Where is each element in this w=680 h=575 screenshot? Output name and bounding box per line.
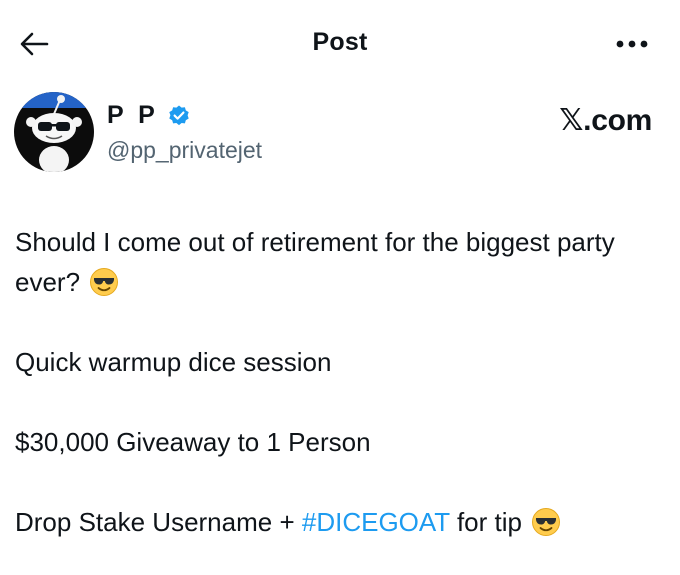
post-paragraph-4: Drop Stake Username + #DICEGOAT for tip	[15, 502, 665, 542]
brand-watermark: 𝕏.com	[559, 104, 652, 137]
smiling-face-with-sunglasses-icon	[531, 507, 561, 537]
page-title: Post	[312, 28, 368, 56]
author-name-row[interactable]: P P	[107, 101, 191, 130]
post-line-4-after: for tip	[449, 507, 522, 537]
avatar-sunglasses-character-icon	[14, 92, 94, 172]
top-bar: Post	[0, 0, 680, 88]
post-line-4-before: Drop Stake Username +	[15, 507, 302, 537]
verified-badge-icon	[167, 104, 191, 128]
author-display-name[interactable]: P P	[107, 101, 159, 130]
more-horizontal-icon	[616, 40, 648, 48]
author-handle[interactable]: @pp_privatejet	[107, 137, 262, 164]
post-text: Should I come out of retirement for the …	[15, 222, 665, 542]
post-paragraph-2: Quick warmup dice session	[15, 347, 332, 377]
more-options-button[interactable]	[612, 32, 652, 56]
avatar[interactable]	[14, 92, 94, 172]
post-paragraph-3: $30,000 Giveaway to 1 Person	[15, 427, 371, 457]
hashtag-link[interactable]: #DICEGOAT	[302, 507, 450, 537]
smiling-face-with-sunglasses-icon	[89, 267, 119, 297]
post-paragraph-1: Should I come out of retirement for the …	[15, 222, 665, 302]
